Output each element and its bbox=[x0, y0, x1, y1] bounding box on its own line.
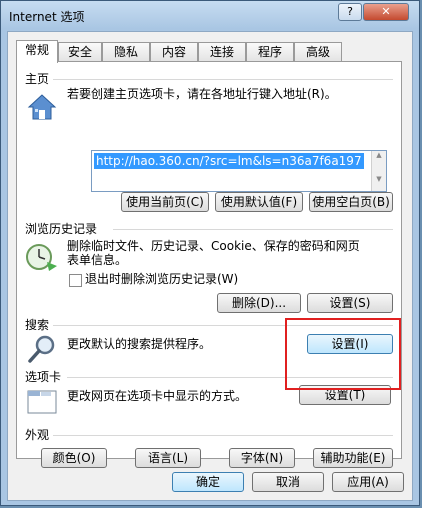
delete-on-exit-checkbox[interactable] bbox=[69, 274, 82, 287]
use-default-button[interactable]: 使用默认值(F) bbox=[215, 192, 303, 212]
search-section-divider bbox=[53, 325, 393, 326]
tab-content[interactable]: 内容 bbox=[150, 42, 198, 62]
colors-button[interactable]: 颜色(O) bbox=[41, 448, 107, 468]
home-page-url-text: http://hao.360.cn/?src=lm&ls=n36a7f6a197 bbox=[94, 153, 364, 169]
internet-options-dialog: Internet 选项 ? ✕ 常规 安全 隐私 内容 连接 程序 高级 主页 … bbox=[0, 0, 420, 506]
tab-window-icon bbox=[27, 390, 57, 414]
search-settings-button[interactable]: 设置(I) bbox=[307, 334, 393, 354]
tab-connections[interactable]: 连接 bbox=[198, 42, 246, 62]
tabs-section-title: 选项卡 bbox=[25, 370, 62, 384]
history-description-line2: 表单信息。 bbox=[67, 253, 128, 267]
history-clock-icon bbox=[26, 244, 57, 271]
home-section-divider bbox=[53, 79, 393, 80]
search-icon bbox=[28, 335, 55, 363]
delete-history-button[interactable]: 删除(D)... bbox=[217, 293, 301, 313]
close-button[interactable]: ✕ bbox=[363, 3, 409, 21]
accessibility-button[interactable]: 辅助功能(E) bbox=[313, 448, 393, 468]
appearance-section-divider bbox=[53, 435, 393, 436]
dialog-client-area: 常规 安全 隐私 内容 连接 程序 高级 主页 若要创建主页选项卡，请在各地址行… bbox=[7, 31, 413, 501]
fonts-button[interactable]: 字体(N) bbox=[229, 448, 295, 468]
general-tab-panel: 主页 若要创建主页选项卡，请在各地址行键入地址(R)。 http://hao.3… bbox=[16, 61, 402, 468]
use-current-button[interactable]: 使用当前页(C) bbox=[121, 192, 209, 212]
help-button[interactable]: ? bbox=[338, 3, 362, 21]
cancel-button[interactable]: 取消 bbox=[252, 472, 324, 492]
search-description: 更改默认的搜索提供程序。 bbox=[67, 337, 212, 351]
url-scrollbar[interactable]: ▲ ▼ bbox=[371, 151, 386, 191]
languages-button[interactable]: 语言(L) bbox=[135, 448, 201, 468]
tab-programs[interactable]: 程序 bbox=[246, 42, 294, 62]
tabs-section-divider bbox=[67, 377, 393, 378]
appearance-section-title: 外观 bbox=[25, 428, 50, 442]
use-blank-button[interactable]: 使用空白页(B) bbox=[309, 192, 393, 212]
home-section-title: 主页 bbox=[25, 72, 50, 86]
search-section-title: 搜索 bbox=[25, 318, 50, 332]
home-page-url-input[interactable]: http://hao.360.cn/?src=lm&ls=n36a7f6a197… bbox=[91, 150, 387, 192]
tabs-description: 更改网页在选项卡中显示的方式。 bbox=[67, 389, 248, 403]
tab-security[interactable]: 安全 bbox=[58, 42, 102, 62]
title-bar[interactable]: Internet 选项 ? ✕ bbox=[1, 1, 419, 29]
tabs-settings-button[interactable]: 设置(T) bbox=[299, 385, 391, 405]
home-icon bbox=[27, 94, 57, 120]
history-settings-button[interactable]: 设置(S) bbox=[307, 293, 393, 313]
home-description: 若要创建主页选项卡，请在各地址行键入地址(R)。 bbox=[67, 87, 337, 101]
tab-privacy[interactable]: 隐私 bbox=[102, 42, 150, 62]
apply-button[interactable]: 应用(A) bbox=[332, 472, 404, 492]
tab-general[interactable]: 常规 bbox=[16, 40, 58, 63]
history-section-divider bbox=[113, 229, 393, 230]
delete-on-exit-label[interactable]: 退出时删除浏览历史记录(W) bbox=[85, 271, 238, 288]
tab-advanced[interactable]: 高级 bbox=[294, 42, 342, 62]
ok-button[interactable]: 确定 bbox=[172, 472, 244, 492]
window-title: Internet 选项 bbox=[9, 10, 85, 24]
history-section-title: 浏览历史记录 bbox=[25, 222, 98, 236]
